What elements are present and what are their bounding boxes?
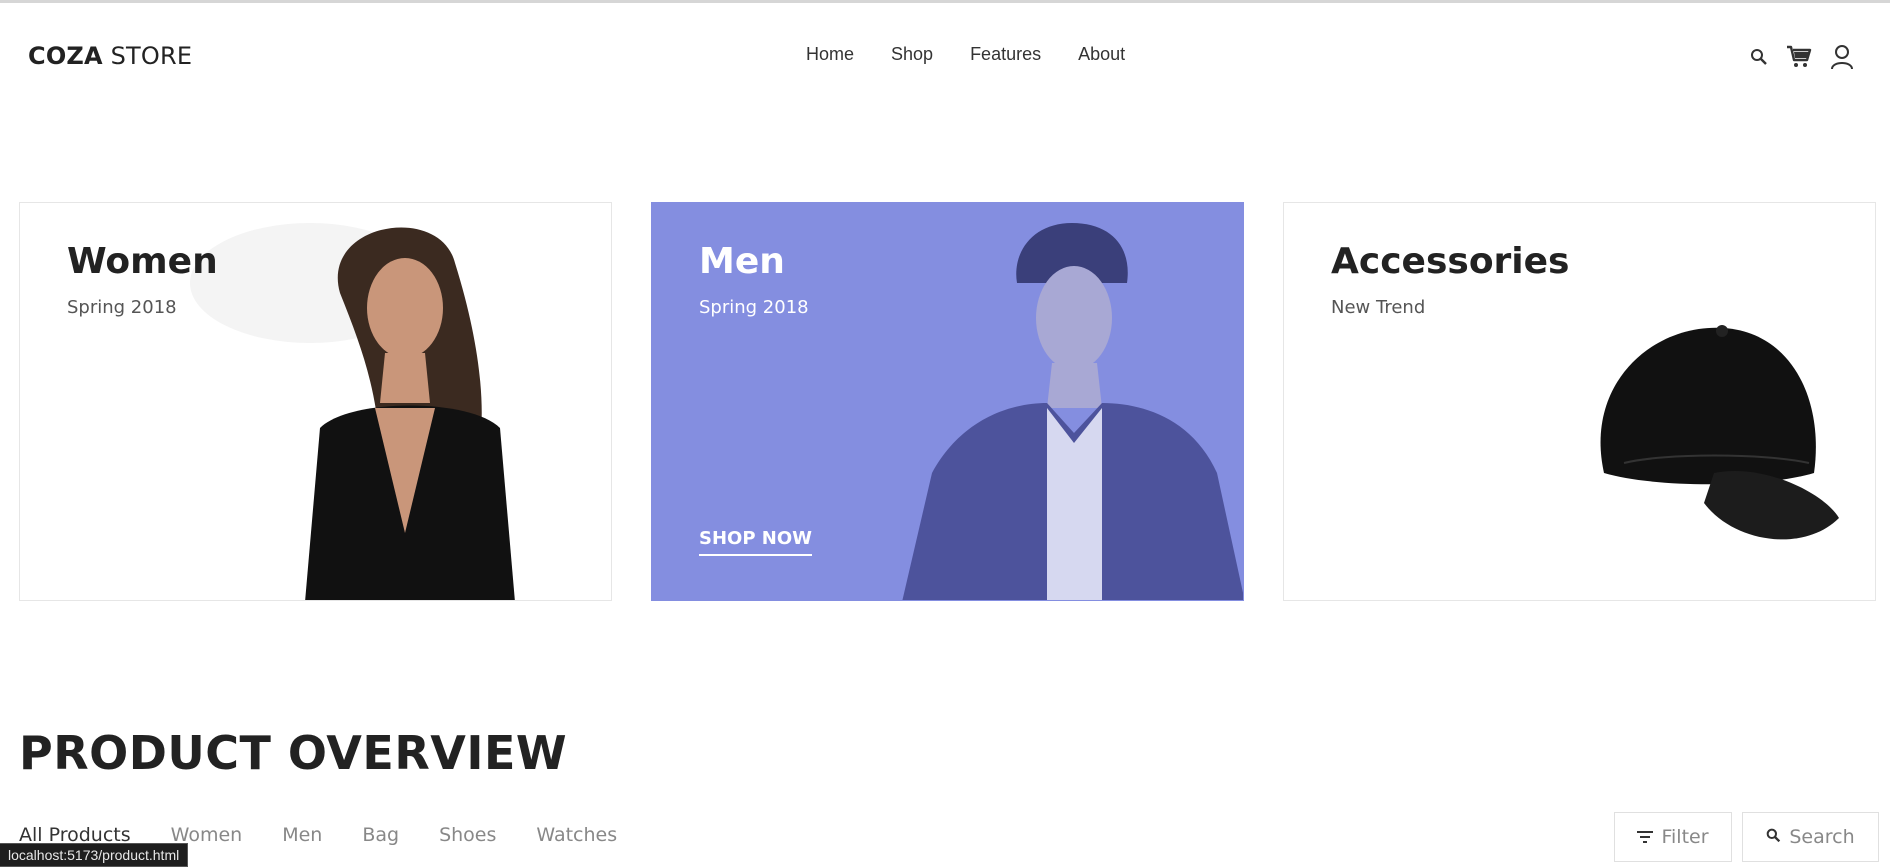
nav-features[interactable]: Features	[970, 44, 1041, 65]
search-button[interactable]: Search	[1742, 812, 1879, 862]
nav-home[interactable]: Home	[806, 44, 854, 65]
top-border	[0, 0, 1890, 3]
store-logo[interactable]: COZA STORE	[28, 42, 192, 70]
search-icon[interactable]	[1750, 48, 1768, 71]
nav-shop[interactable]: Shop	[891, 44, 933, 65]
filter-bag[interactable]: Bag	[362, 824, 399, 846]
category-banners: Women Spring 2018 Men Spring 2018 SHOP N…	[19, 202, 1876, 601]
filter-shoes[interactable]: Shoes	[439, 824, 496, 846]
banner-men-subtitle: Spring 2018	[699, 297, 809, 318]
product-overview-title: PRODUCT OVERVIEW	[19, 726, 568, 780]
banner-accessories-subtitle: New Trend	[1331, 297, 1426, 318]
site-header: COZA STORE Home Shop Features About	[0, 4, 1890, 106]
logo-light-text: STORE	[102, 42, 193, 70]
header-icons	[1732, 44, 1854, 75]
browser-status-url: localhost:5173/product.html	[0, 843, 189, 867]
nav-about[interactable]: About	[1078, 44, 1125, 65]
banner-women[interactable]: Women Spring 2018	[19, 202, 612, 601]
banner-accessories[interactable]: Accessories New Trend	[1283, 202, 1876, 601]
logo-bold-text: COZA	[28, 42, 103, 70]
banner-men-title: Men	[699, 241, 785, 282]
shop-now-link[interactable]: SHOP NOW	[699, 528, 813, 556]
filter-button-label: Filter	[1661, 826, 1709, 848]
men-model-image	[902, 223, 1243, 600]
cap-image	[1600, 325, 1839, 540]
user-icon[interactable]	[1830, 44, 1854, 75]
filter-button[interactable]: Filter	[1614, 812, 1732, 862]
banner-men[interactable]: Men Spring 2018 SHOP NOW	[651, 202, 1244, 601]
search-icon	[1766, 826, 1781, 848]
search-button-label: Search	[1789, 826, 1855, 848]
banner-women-title: Women	[67, 241, 218, 282]
cart-icon[interactable]	[1786, 45, 1812, 74]
main-nav: Home Shop Features About	[806, 44, 1162, 65]
filter-men[interactable]: Men	[282, 824, 322, 846]
filter-icon	[1637, 826, 1654, 848]
filter-watches[interactable]: Watches	[536, 824, 617, 846]
banner-accessories-title: Accessories	[1331, 241, 1570, 282]
banner-women-subtitle: Spring 2018	[67, 297, 177, 318]
women-model-image	[190, 223, 515, 600]
